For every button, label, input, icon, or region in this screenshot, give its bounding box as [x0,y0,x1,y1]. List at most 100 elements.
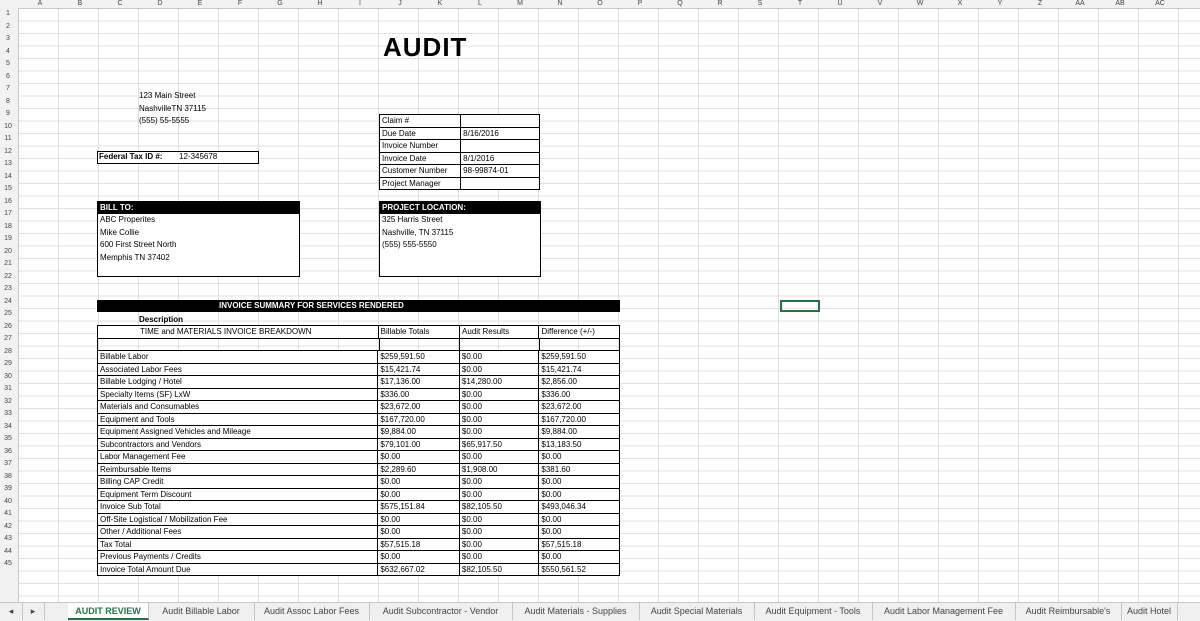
row-header-17[interactable]: 17 [0,208,16,221]
sheet-tab[interactable]: Audit Subcontractor - Vendor [369,603,513,620]
billable-total[interactable]: $0.00 [377,550,460,564]
difference[interactable]: $15,421.74 [538,362,620,376]
column-header-i[interactable]: I [340,0,380,8]
claim-value[interactable]: 98-99874-01 [460,164,540,178]
row-header-32[interactable]: 32 [0,396,16,409]
row-header-15[interactable]: 15 [0,183,16,196]
row-header-23[interactable]: 23 [0,283,16,296]
row-header-24[interactable]: 24 [0,296,16,309]
sheet-tab[interactable]: Audit Special Materials [639,603,755,620]
row-header-16[interactable]: 16 [0,196,16,209]
row-header-14[interactable]: 14 [0,171,16,184]
difference[interactable]: $259,591.50 [538,350,620,364]
row-header-37[interactable]: 37 [0,458,16,471]
billable-total[interactable]: $0.00 [377,450,460,464]
column-header-v[interactable]: V [860,0,900,8]
audit-result[interactable]: $0.00 [458,550,540,564]
row-header-11[interactable]: 11 [0,133,16,146]
sheet-tab[interactable]: AUDIT REVIEW [68,603,149,620]
item-description[interactable]: Reimbursable Items [96,462,379,476]
column-header-q[interactable]: Q [660,0,700,8]
row-header-21[interactable]: 21 [0,258,16,271]
row-header-2[interactable]: 2 [0,21,16,34]
row-header-10[interactable]: 10 [0,121,16,134]
audit-result[interactable]: $0.00 [458,362,540,376]
difference[interactable]: $167,720.00 [538,412,620,426]
column-header-r[interactable]: R [700,0,740,8]
item-description[interactable]: Previous Payments / Credits [96,550,379,564]
row-header-35[interactable]: 35 [0,433,16,446]
difference[interactable]: $0.00 [538,487,620,501]
billable-total[interactable]: $575,151.84 [377,500,460,514]
column-header-m[interactable]: M [500,0,540,8]
column-header-j[interactable]: J [380,0,420,8]
row-header-44[interactable]: 44 [0,546,16,559]
row-header-34[interactable]: 34 [0,421,16,434]
difference[interactable]: $9,884.00 [538,425,620,439]
row-header-7[interactable]: 7 [0,83,16,96]
row-header-5[interactable]: 5 [0,58,16,71]
row-header-3[interactable]: 3 [0,33,16,46]
sheet-tab[interactable]: Audit Assoc Labor Fees [254,603,370,620]
difference[interactable]: $0.00 [538,450,620,464]
column-header-a[interactable]: A [20,0,60,8]
difference[interactable]: $0.00 [538,550,620,564]
billable-total[interactable]: $167,720.00 [377,412,460,426]
item-description[interactable]: Specialty Items (SF) LxW [96,387,379,401]
column-header-c[interactable]: C [100,0,140,8]
column-header-z[interactable]: Z [1020,0,1060,8]
audit-result[interactable]: $0.00 [458,487,540,501]
column-header-t[interactable]: T [780,0,820,8]
billable-total[interactable]: $9,884.00 [377,425,460,439]
column-header-w[interactable]: W [900,0,940,8]
row-header-39[interactable]: 39 [0,483,16,496]
column-header-h[interactable]: H [300,0,340,8]
row-header-13[interactable]: 13 [0,158,16,171]
row-header-28[interactable]: 28 [0,346,16,359]
column-header-p[interactable]: P [620,0,660,8]
billable-total[interactable]: $0.00 [377,487,460,501]
audit-result[interactable]: $0.00 [458,450,540,464]
row-header-1[interactable]: 1 [0,8,16,21]
item-description[interactable]: Subcontractors and Vendors [96,437,379,451]
item-description[interactable]: Invoice Sub Total [96,500,379,514]
row-header-31[interactable]: 31 [0,383,16,396]
billable-total[interactable]: $0.00 [377,475,460,489]
sheet-tab[interactable]: Audit Materials - Supplies [512,603,640,620]
audit-result[interactable]: $0.00 [458,400,540,414]
difference[interactable]: $13,183.50 [538,437,620,451]
row-header-19[interactable]: 19 [0,233,16,246]
difference[interactable]: $57,515.18 [538,537,620,551]
difference[interactable]: $336.00 [538,387,620,401]
column-header-o[interactable]: O [580,0,620,8]
billable-total[interactable]: $336.00 [377,387,460,401]
row-header-45[interactable]: 45 [0,558,16,571]
billable-total[interactable]: $2,289.60 [377,462,460,476]
column-header-y[interactable]: Y [980,0,1020,8]
billable-total[interactable]: $23,672.00 [377,400,460,414]
column-header-l[interactable]: L [460,0,500,8]
row-header-22[interactable]: 22 [0,271,16,284]
selected-cell[interactable] [780,300,820,312]
billable-total[interactable]: $57,515.18 [377,537,460,551]
row-header-4[interactable]: 4 [0,46,16,59]
row-header-9[interactable]: 9 [0,108,16,121]
row-header-29[interactable]: 29 [0,358,16,371]
column-header-f[interactable]: F [220,0,260,8]
column-header-b[interactable]: B [60,0,100,8]
scroll-left-icon[interactable]: ◂ [0,603,23,620]
claim-value[interactable] [460,114,540,128]
difference[interactable]: $493,046.34 [538,500,620,514]
column-header-d[interactable]: D [140,0,180,8]
row-header-36[interactable]: 36 [0,446,16,459]
billable-total[interactable]: $15,421.74 [377,362,460,376]
sheet-tab[interactable]: Audit Reimbursable's [1015,603,1122,620]
sheet-tab[interactable]: Audit Labor Management Fee [872,603,1016,620]
column-header-s[interactable]: S [740,0,780,8]
item-description[interactable]: Tax Total [96,537,379,551]
claim-value[interactable]: 8/16/2016 [460,126,540,140]
row-header-6[interactable]: 6 [0,71,16,84]
row-header-12[interactable]: 12 [0,146,16,159]
row-header-42[interactable]: 42 [0,521,16,534]
audit-result[interactable]: $0.00 [458,425,540,439]
